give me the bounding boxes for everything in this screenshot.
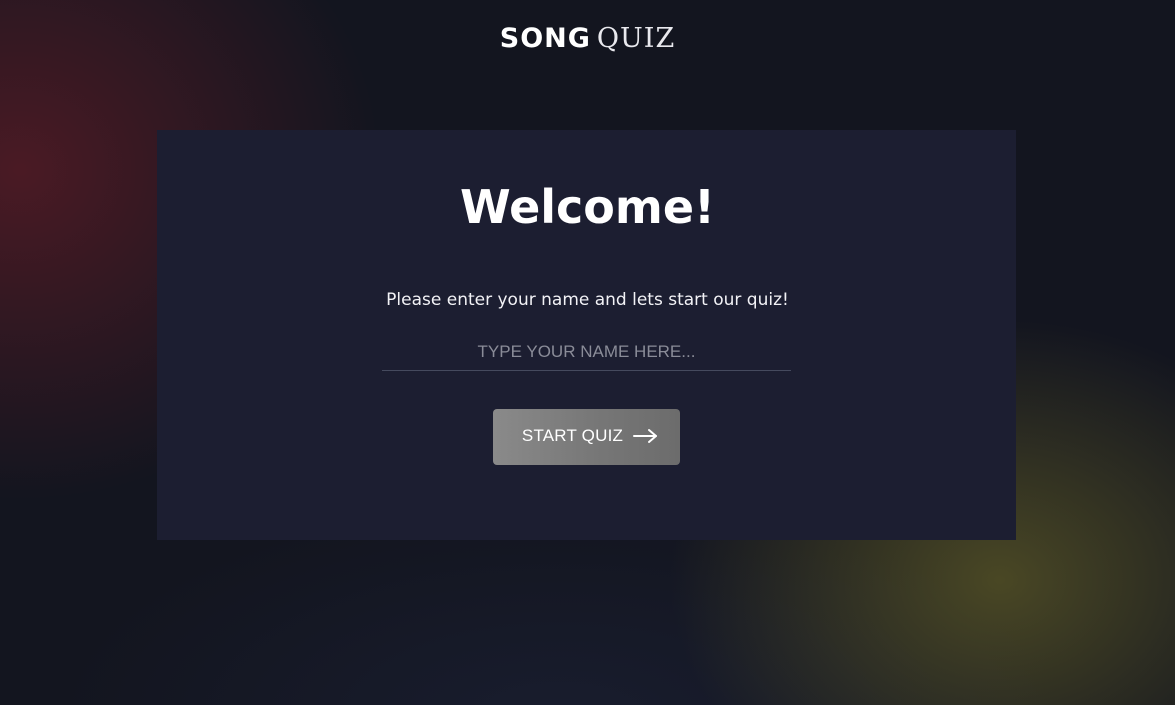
name-input[interactable] <box>382 333 791 371</box>
welcome-title: Welcome! <box>459 180 716 234</box>
logo-song-text: SONG <box>499 23 591 54</box>
name-prompt: Please enter your name and lets start ou… <box>386 290 789 310</box>
app-logo: SONG QUIZ <box>0 22 1175 59</box>
arrow-right-icon <box>633 429 658 443</box>
logo-quiz-text: QUIZ <box>596 23 676 54</box>
start-quiz-button[interactable]: START QUIZ <box>493 409 680 465</box>
start-quiz-label: START QUIZ <box>521 426 624 445</box>
